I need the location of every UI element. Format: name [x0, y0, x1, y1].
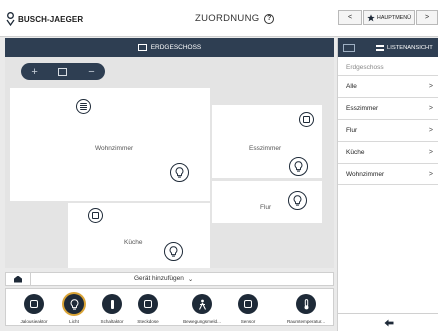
tool-jalousieaktor[interactable]: Jalousieaktor — [14, 291, 54, 325]
chevron-right-icon: > — [428, 105, 433, 112]
room-list-item-wohnzimmer[interactable]: Wohnzimmer > — [338, 163, 438, 185]
room-label: Esszimmer — [249, 145, 282, 152]
room-flur[interactable]: Flur — [212, 181, 322, 223]
tool-schaltaktor[interactable]: Schaltaktor — [92, 291, 132, 325]
add-device-label: Gerät hinzufügen — [134, 275, 184, 282]
device-tray: Jalousieaktor Licht Schaltaktor Steckdos… — [5, 288, 334, 326]
list-view-toggle[interactable]: LISTENANSICHT — [376, 44, 433, 51]
collapse-panel-icon[interactable] — [343, 43, 355, 52]
busch-jaeger-logo: BUSCH-JAEGER — [6, 11, 83, 27]
switch-device-icon[interactable] — [299, 112, 314, 127]
list-item-label: Wohnzimmer — [346, 170, 385, 178]
tool-label: Sensor — [240, 319, 256, 324]
list-view-icon — [376, 44, 384, 51]
chevron-right-icon: > — [428, 127, 433, 134]
chevron-right-icon: > — [428, 149, 433, 156]
list-panel: LISTENANSICHT Erdgeschoss Alle > Esszimm… — [337, 38, 438, 331]
tool-sensor[interactable]: Sensor — [228, 291, 268, 325]
light-bulb-icon[interactable] — [164, 242, 183, 261]
add-device-toggle[interactable]: Gerät hinzufügen ⌄ — [134, 275, 193, 283]
page-title-text: ZUORDNUNG — [195, 13, 260, 24]
tool-steckdose[interactable]: Steckdose — [128, 291, 168, 325]
chevron-down-icon: ⌄ — [187, 276, 194, 283]
tool-label: Licht — [69, 319, 79, 324]
back-button[interactable] — [338, 313, 438, 331]
tool-label: Schaltaktor — [100, 319, 124, 324]
room-list-item-alle[interactable]: Alle > — [338, 75, 438, 97]
list-panel-header: LISTENANSICHT — [338, 38, 438, 57]
room-label: Flur — [260, 204, 272, 211]
room-label: Küche — [124, 239, 143, 246]
motion-sensor-icon — [192, 294, 212, 314]
list-item-label: Küche — [346, 149, 365, 156]
tool-bewegungsmelder[interactable]: Bewegungsmeld... — [182, 291, 222, 325]
zoom-controls: + − — [21, 63, 105, 80]
room-list-item-esszimmer[interactable]: Esszimmer > — [338, 97, 438, 119]
floor-name: ERDGESCHOSS — [150, 44, 202, 51]
house-icon — [14, 275, 22, 283]
main-menu-label: HAUPTMENÜ — [376, 14, 412, 21]
switch-device-icon[interactable] — [88, 208, 103, 223]
thermostat-icon — [296, 294, 316, 314]
room-label: Wohnzimmer — [95, 145, 134, 152]
floor-caption: Erdgeschoss — [346, 64, 384, 71]
floorplan-area[interactable]: ERDGESCHOSS + − Wohnzimmer Esszimmer Flu… — [5, 38, 334, 268]
switch-actuator-icon — [102, 294, 122, 314]
top-bar: BUSCH-JAEGER ZUORDNUNG ? < HAUPTMENÜ > — [0, 0, 438, 37]
room-esszimmer[interactable]: Esszimmer — [212, 105, 322, 178]
home-button[interactable] — [6, 273, 31, 285]
app-root: BUSCH-JAEGER ZUORDNUNG ? < HAUPTMENÜ > E… — [0, 0, 438, 331]
tool-licht[interactable]: Licht — [54, 291, 94, 325]
room-list-item-kueche[interactable]: Küche > — [338, 141, 438, 163]
star-icon — [367, 13, 375, 21]
page-title: ZUORDNUNG ? — [195, 13, 275, 24]
light-bulb-icon[interactable] — [288, 191, 307, 210]
floorplan-icon — [137, 44, 147, 51]
zoom-in-button[interactable]: + — [31, 66, 37, 78]
floor-header[interactable]: ERDGESCHOSS — [5, 38, 334, 57]
fit-to-screen-icon[interactable] — [58, 67, 68, 76]
main-menu-button[interactable]: HAUPTMENÜ — [363, 10, 415, 25]
chevron-right-icon: > — [428, 170, 433, 178]
blind-actuator-icon — [24, 294, 44, 314]
light-bulb-icon[interactable] — [289, 157, 308, 176]
help-icon[interactable]: ? — [264, 13, 275, 24]
add-device-bar[interactable]: Gerät hinzufügen ⌄ — [5, 272, 334, 286]
socket-icon — [138, 294, 158, 314]
room-list: Alle > Esszimmer > Flur > Küche > Wohnzi… — [338, 75, 438, 185]
list-item-label: Flur — [346, 127, 358, 134]
list-view-label: LISTENANSICHT — [387, 44, 433, 51]
tool-label: Steckdose — [137, 319, 159, 324]
chevron-right-icon: > — [428, 83, 433, 90]
logo-mark-icon — [6, 12, 15, 26]
room-list-item-flur[interactable]: Flur > — [338, 119, 438, 141]
tool-raumtemperatur[interactable]: Raumtemperatur... — [286, 291, 326, 325]
list-item-label: Alle — [346, 83, 357, 90]
back-arrow-icon — [384, 319, 393, 326]
sensor-icon — [238, 294, 258, 314]
tool-label: Bewegungsmeld... — [183, 319, 221, 324]
tool-label: Raumtemperatur... — [286, 319, 326, 324]
nav-next-button[interactable]: > — [416, 10, 438, 25]
list-item-label: Esszimmer — [346, 105, 379, 112]
panel-device-icon[interactable] — [76, 99, 91, 114]
light-bulb-icon — [64, 294, 84, 314]
tool-label: Jalousieaktor — [20, 319, 48, 324]
room-kueche[interactable]: Küche — [68, 203, 210, 268]
room-wohnzimmer[interactable]: Wohnzimmer — [10, 88, 210, 201]
logo-text: BUSCH-JAEGER — [18, 14, 84, 24]
nav-prev-button[interactable]: < — [338, 10, 362, 25]
zoom-out-button[interactable]: − — [88, 66, 94, 78]
light-bulb-icon[interactable] — [170, 163, 189, 182]
